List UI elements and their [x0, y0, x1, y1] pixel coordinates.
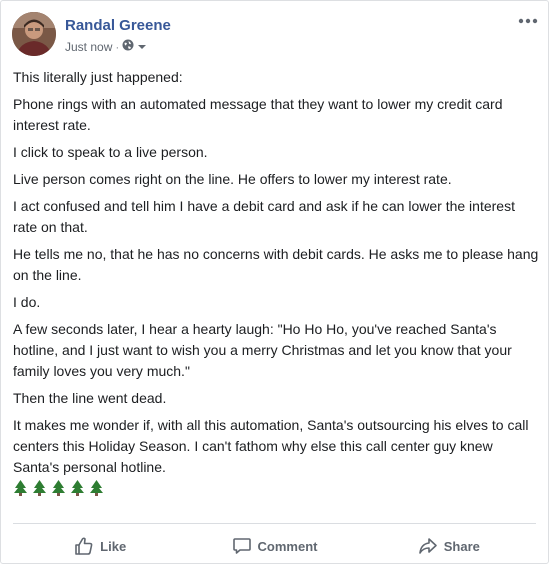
share-button[interactable]: Share	[362, 528, 536, 564]
tree-icon	[71, 480, 84, 496]
tree-icon	[90, 480, 103, 496]
post-paragraph: Phone rings with an automated message th…	[13, 96, 503, 133]
tree-emoji-row	[13, 480, 539, 496]
chevron-down-icon[interactable]	[137, 40, 147, 54]
separator-dot: ·	[115, 39, 120, 54]
post-meta: Just now ·	[65, 39, 147, 54]
post-paragraph: Then the line went dead.	[13, 390, 167, 406]
author-name[interactable]: Randal Greene	[65, 17, 171, 34]
more-options-icon[interactable]	[517, 14, 539, 28]
avatar[interactable]	[12, 12, 56, 56]
comment-icon	[232, 536, 252, 556]
post-actions: Like Comment Share	[13, 528, 536, 564]
post-paragraph: I act confused and tell him I have a deb…	[13, 198, 515, 235]
globe-icon[interactable]	[122, 39, 134, 54]
post-body: This literally just happened: Phone ring…	[13, 67, 539, 496]
post-paragraph: I click to speak to a live person.	[13, 144, 208, 160]
post-paragraph: I do.	[13, 294, 41, 310]
actions-divider	[13, 523, 536, 524]
comment-button[interactable]: Comment	[187, 528, 361, 564]
post-paragraph: Live person comes right on the line. He …	[13, 171, 452, 187]
like-label: Like	[100, 538, 127, 554]
share-label: Share	[443, 538, 480, 554]
post-paragraph: It makes me wonder if, with all this aut…	[13, 417, 529, 475]
share-arrow-icon	[418, 536, 438, 556]
post-card: Randal Greene Just now · This literally …	[0, 0, 549, 564]
tree-icon	[33, 480, 46, 496]
post-paragraph: This literally just happened:	[13, 69, 183, 85]
post-header: Randal Greene Just now ·	[12, 12, 539, 58]
post-timestamp[interactable]: Just now	[65, 40, 112, 54]
like-button[interactable]: Like	[13, 528, 187, 564]
tree-icon	[14, 480, 27, 496]
comment-label: Comment	[257, 538, 318, 554]
thumbs-up-icon	[74, 536, 94, 556]
post-paragraph: He tells me no, that he has no concerns …	[13, 246, 539, 283]
tree-icon	[52, 480, 65, 496]
post-paragraph: A few seconds later, I hear a hearty lau…	[13, 321, 512, 379]
